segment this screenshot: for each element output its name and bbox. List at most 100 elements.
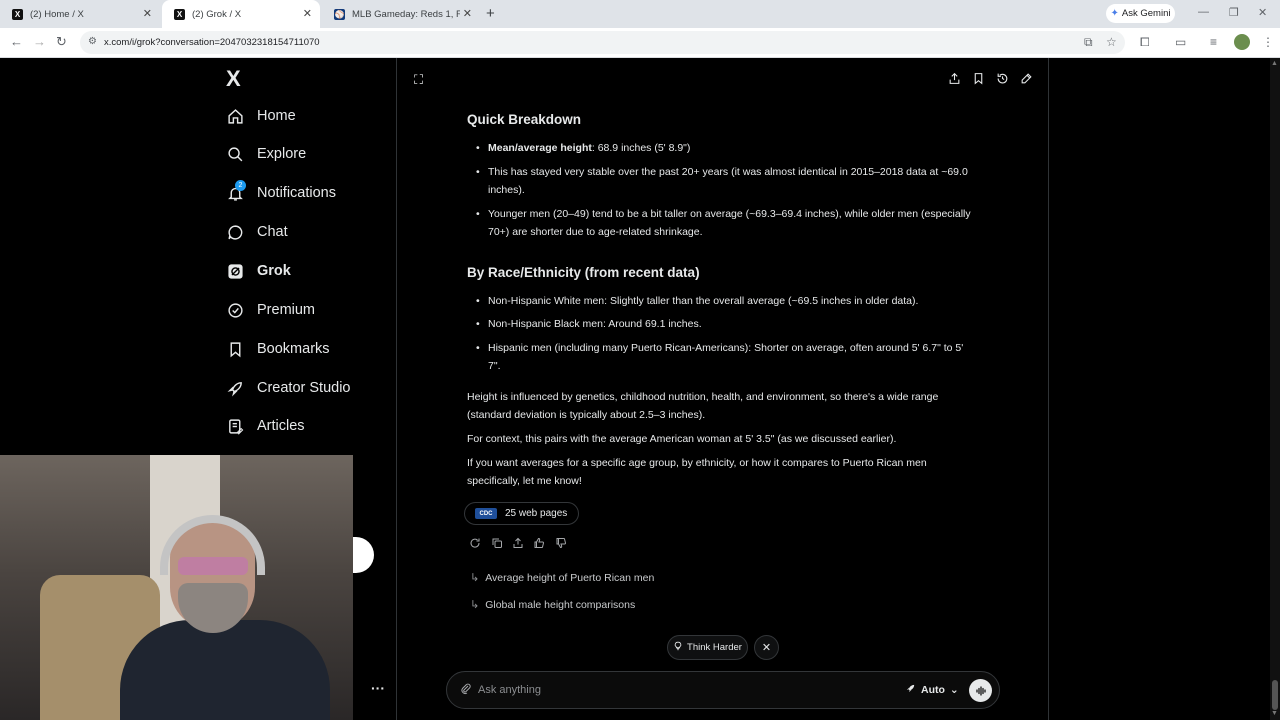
nav-label: Chat bbox=[257, 224, 288, 240]
address-bar[interactable]: ⚙ x.com/i/grok?conversation=204703231815… bbox=[80, 31, 1125, 54]
model-mode-selector[interactable]: Auto ⌄ bbox=[905, 683, 959, 697]
grok-icon bbox=[226, 262, 244, 280]
cdc-source-logo: CDC bbox=[475, 508, 497, 519]
page-scrollbar[interactable]: ▲ ▼ bbox=[1270, 58, 1280, 720]
close-icon[interactable]: ✕ bbox=[303, 7, 312, 20]
ask-gemini-button[interactable]: ✦ Ask Gemini bbox=[1106, 4, 1175, 23]
share-icon[interactable] bbox=[948, 72, 961, 88]
window-close-icon[interactable]: ✕ bbox=[1258, 6, 1267, 19]
media-controls-icon[interactable]: ≡ bbox=[1210, 35, 1217, 49]
followup-arrow-icon: ↳ bbox=[470, 572, 480, 584]
x-favicon-icon: X bbox=[12, 8, 23, 20]
rocket-icon bbox=[226, 379, 244, 397]
scrollbar-thumb[interactable] bbox=[1272, 680, 1278, 710]
profile-avatar[interactable] bbox=[1234, 34, 1250, 50]
scroll-up-icon[interactable]: ▲ bbox=[1271, 60, 1278, 67]
back-arrow-icon[interactable]: ← bbox=[10, 34, 23, 49]
extensions-icon[interactable]: ⧠ bbox=[1140, 35, 1150, 50]
webcam-overlay bbox=[0, 455, 353, 720]
bell-icon: 2 bbox=[226, 180, 246, 202]
bookmark-icon[interactable] bbox=[972, 72, 985, 88]
response-bullet: Non-Hispanic Black men: Around 69.1 inch… bbox=[476, 315, 978, 333]
bookmark-icon bbox=[226, 340, 244, 358]
tab-title: MLB Gameday: Reds 1, Rays 6 F bbox=[352, 8, 460, 20]
nav-label: Notifications bbox=[257, 185, 336, 201]
sidepanel-icon[interactable]: ▭ bbox=[1175, 35, 1186, 49]
response-paragraph: For context, this pairs with the average… bbox=[467, 433, 897, 445]
bookmark-star-icon[interactable]: ☆ bbox=[1106, 35, 1117, 49]
sources-label: 25 web pages bbox=[505, 508, 568, 519]
x-logo[interactable]: X bbox=[226, 66, 241, 92]
thumbs-down-icon[interactable] bbox=[555, 537, 567, 552]
tab-home[interactable]: X (2) Home / X ✕ bbox=[0, 0, 160, 28]
suggested-followup[interactable]: ↳ Average height of Puerto Rican men bbox=[470, 571, 654, 585]
browser-tab-strip: X (2) Home / X ✕ X (2) Grok / X ✕ ⚾ MLB … bbox=[0, 0, 1280, 28]
chat-bubble-icon bbox=[226, 223, 244, 241]
tab-title: (2) Grok / X bbox=[192, 8, 242, 20]
new-tab-plus-icon[interactable]: + bbox=[486, 5, 495, 22]
response-bullet: Non-Hispanic White men: Slightly taller … bbox=[476, 292, 978, 310]
search-icon bbox=[226, 145, 244, 163]
close-icon[interactable]: ✕ bbox=[463, 7, 472, 20]
expand-icon[interactable]: ⛶ bbox=[414, 72, 423, 88]
followup-arrow-icon: ↳ bbox=[470, 599, 480, 611]
ask-gemini-label: Ask Gemini bbox=[1121, 8, 1171, 19]
think-harder-label: Think Harder bbox=[687, 642, 742, 653]
close-icon[interactable]: ✕ bbox=[143, 7, 152, 20]
minimize-icon[interactable]: — bbox=[1198, 6, 1209, 18]
reload-icon[interactable]: ↻ bbox=[56, 34, 67, 50]
dismiss-button[interactable]: ✕ bbox=[754, 635, 779, 660]
nav-label: Articles bbox=[257, 418, 305, 434]
nav-label: Bookmarks bbox=[257, 341, 330, 357]
regenerate-icon[interactable] bbox=[469, 537, 481, 552]
nav-label: Premium bbox=[257, 302, 316, 318]
profile-avatar-partial[interactable] bbox=[353, 537, 374, 573]
kebab-menu-icon[interactable]: ⋮ bbox=[1262, 35, 1274, 49]
url-text: x.com/i/grok?conversation=20470323181547… bbox=[104, 37, 320, 48]
mode-label: Auto bbox=[921, 684, 945, 696]
nav-item-creator-studio[interactable]: Creator Studio bbox=[226, 375, 351, 401]
response-paragraph: If you want averages for a specific age … bbox=[467, 457, 927, 487]
thumbs-up-icon[interactable] bbox=[533, 537, 545, 552]
nav-label: Grok bbox=[257, 263, 291, 279]
right-divider bbox=[1048, 58, 1049, 720]
rocket-icon bbox=[905, 683, 916, 697]
new-chat-icon[interactable] bbox=[1020, 72, 1033, 88]
chevron-down-icon: ⌄ bbox=[949, 684, 959, 696]
mlb-favicon-icon: ⚾ bbox=[334, 8, 345, 20]
tab-grok[interactable]: X (2) Grok / X ✕ bbox=[162, 0, 320, 28]
sources-button[interactable]: CDC 25 web pages bbox=[464, 502, 579, 525]
voice-mode-button[interactable] bbox=[969, 679, 992, 702]
response-bullet: This has stayed very stable over the pas… bbox=[476, 163, 978, 199]
tab-mlb-gameday[interactable]: ⚾ MLB Gameday: Reds 1, Rays 6 F ✕ bbox=[322, 0, 480, 28]
nav-label: Creator Studio bbox=[257, 380, 351, 396]
paperclip-icon[interactable] bbox=[460, 683, 472, 698]
bullet-text: : 68.9 inches (5' 8.9") bbox=[591, 142, 691, 154]
tab-title: (2) Home / X bbox=[30, 8, 84, 20]
bullet-bold-lead: Mean/average height bbox=[488, 142, 592, 154]
copy-icon[interactable] bbox=[491, 537, 503, 552]
scroll-down-icon[interactable]: ▼ bbox=[1271, 710, 1278, 717]
nav-item-bookmarks[interactable]: Bookmarks bbox=[226, 336, 330, 362]
suggested-followup[interactable]: ↳ Global male height comparisons bbox=[470, 598, 636, 612]
gemini-sparkle-icon: ✦ bbox=[1110, 8, 1119, 19]
followup-label: Global male height comparisons bbox=[485, 598, 636, 611]
webcam-person-body bbox=[120, 620, 330, 720]
account-more-icon[interactable]: ··· bbox=[371, 680, 385, 696]
share-icon[interactable] bbox=[512, 537, 524, 552]
restore-icon[interactable]: ❐ bbox=[1229, 6, 1239, 19]
forward-arrow-icon[interactable]: → bbox=[33, 34, 46, 49]
site-info-icon[interactable]: ⚙ bbox=[88, 36, 97, 47]
nav-item-explore[interactable]: Explore bbox=[226, 141, 306, 167]
nav-item-premium[interactable]: Premium bbox=[226, 297, 315, 323]
nav-item-articles[interactable]: Articles bbox=[226, 413, 305, 439]
nav-item-notifications[interactable]: 2 Notifications bbox=[226, 180, 336, 206]
ask-anything-input[interactable] bbox=[478, 681, 878, 699]
history-icon[interactable] bbox=[996, 72, 1009, 88]
install-app-icon[interactable]: ⧉ bbox=[1084, 35, 1093, 50]
nav-item-home[interactable]: Home bbox=[226, 103, 296, 129]
think-harder-button[interactable]: Think Harder bbox=[667, 635, 748, 660]
nav-item-chat[interactable]: Chat bbox=[226, 219, 288, 245]
message-composer: Auto ⌄ bbox=[446, 671, 1000, 709]
nav-item-grok[interactable]: Grok bbox=[226, 258, 291, 284]
